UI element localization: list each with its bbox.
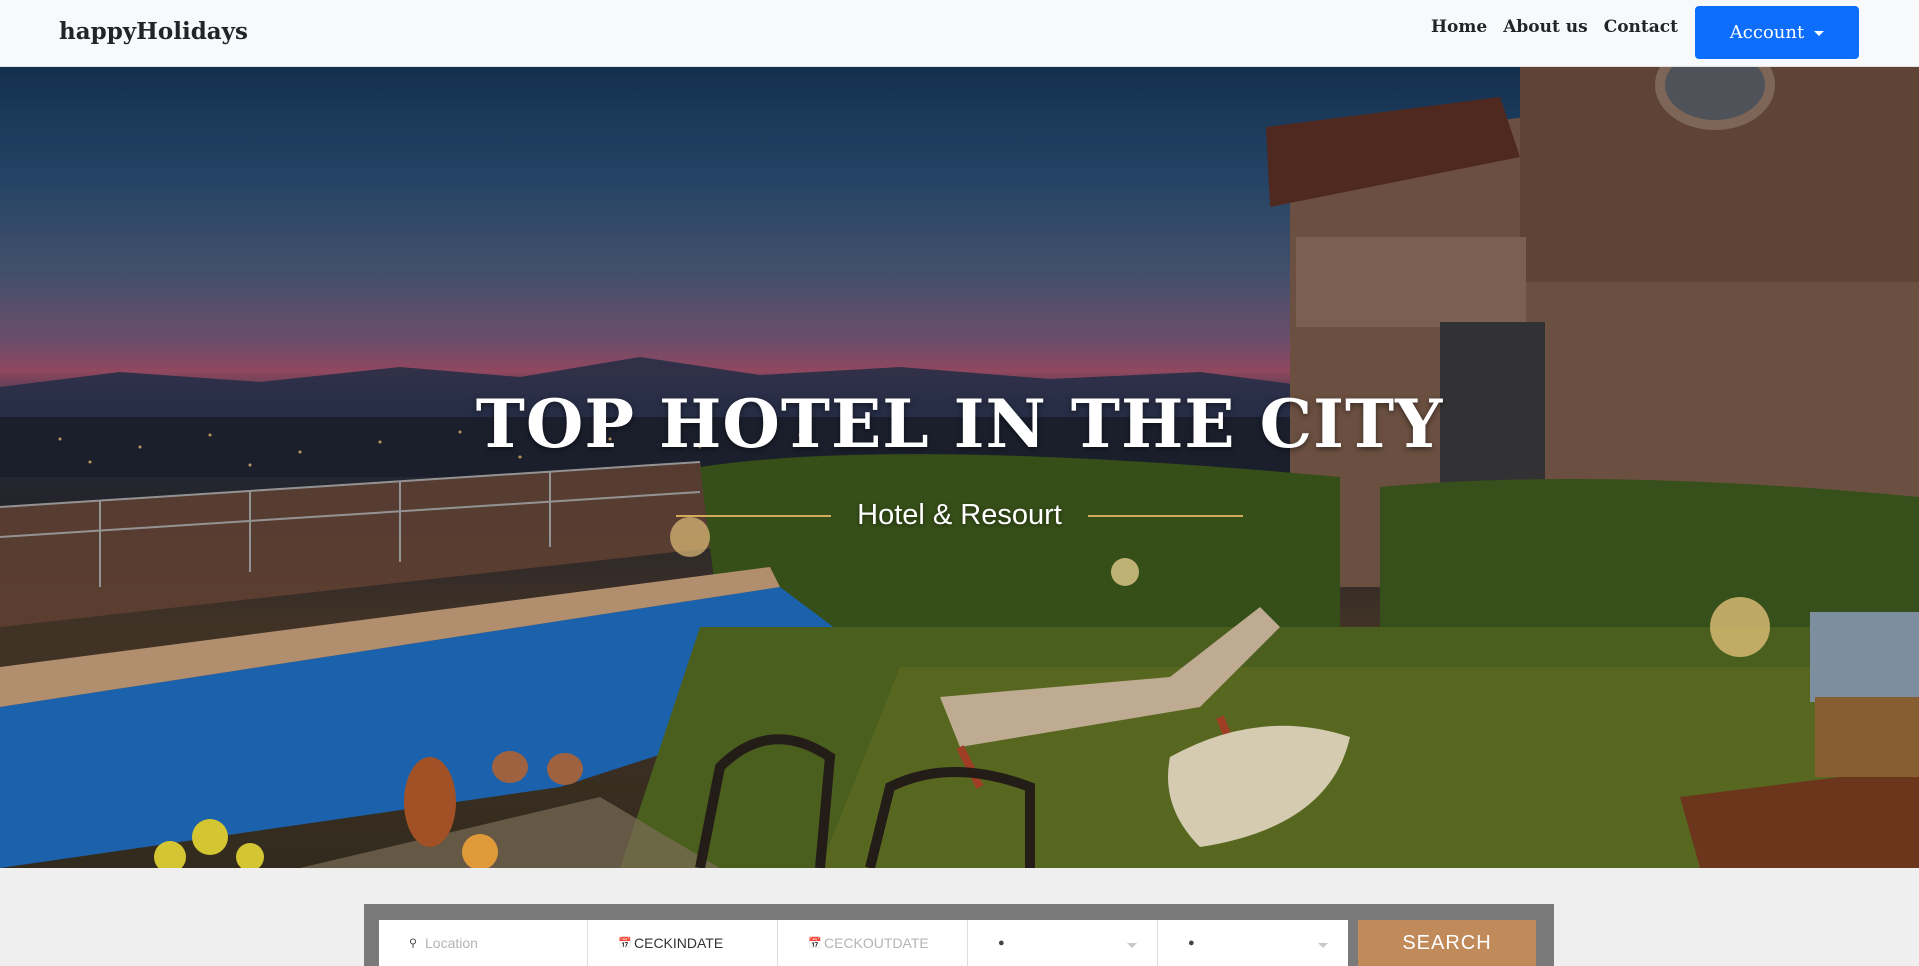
hero-banner: TOP HOTEL IN THE CITY Hotel & Resourt [0, 67, 1919, 868]
calendar-icon: 📅 [618, 937, 632, 950]
hotel-search-form: ⚲ 📅 CECKINDATE 📅 ● ● SEARCH [364, 904, 1554, 966]
checkout-input[interactable] [808, 934, 966, 952]
location-pin-icon: ⚲ [409, 937, 418, 950]
children-select-field[interactable]: ● [1158, 920, 1348, 966]
subtitle-divider-right [1087, 514, 1243, 517]
chevron-down-icon [1127, 943, 1137, 948]
caret-down-icon [1814, 31, 1825, 36]
person-icon: ● [998, 937, 1005, 949]
calendar-icon: 📅 [808, 937, 822, 950]
location-input[interactable] [409, 934, 567, 952]
checkin-value[interactable]: CECKINDATE [618, 935, 723, 951]
account-dropdown-button[interactable]: Account [1695, 6, 1859, 59]
nav-links: Home About us Contact [1423, 16, 1686, 38]
hero-subtitle-row: Hotel & Resourt [0, 499, 1919, 532]
checkin-field[interactable]: 📅 CECKINDATE [588, 920, 778, 966]
subtitle-divider-left [676, 514, 832, 517]
checkout-field[interactable]: 📅 [778, 920, 968, 966]
account-label: Account [1729, 22, 1805, 43]
adults-select-field[interactable]: ● [968, 920, 1158, 966]
hero-subtitle: Hotel & Resourt [857, 499, 1062, 531]
person-icon: ● [1188, 937, 1195, 949]
top-navbar: happyHolidays Home About us Contact Acco… [0, 0, 1919, 67]
brand-logo[interactable]: happyHolidays [59, 18, 248, 45]
search-fields: ⚲ 📅 CECKINDATE 📅 ● ● [379, 920, 1348, 966]
hero-title: TOP HOTEL IN THE CITY [475, 385, 1444, 463]
hero-overlay [0, 67, 1919, 868]
chevron-down-icon [1318, 943, 1328, 948]
search-button[interactable]: SEARCH [1358, 920, 1536, 966]
nav-link-home[interactable]: Home [1423, 16, 1495, 38]
nav-link-contact[interactable]: Contact [1596, 16, 1686, 38]
nav-link-about[interactable]: About us [1495, 16, 1595, 38]
location-field[interactable]: ⚲ [379, 920, 588, 966]
